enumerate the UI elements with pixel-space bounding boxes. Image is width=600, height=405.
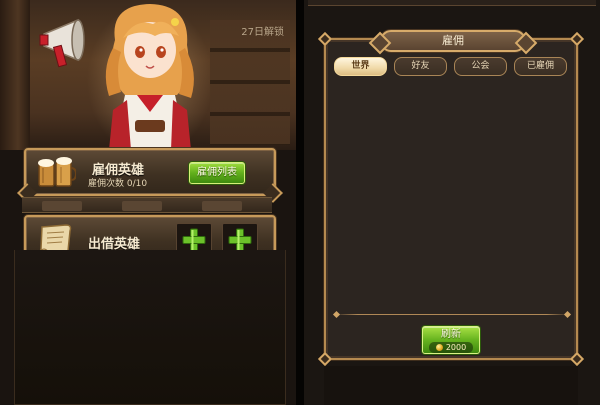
plus-icon [228, 228, 252, 252]
plus-icon [182, 228, 206, 252]
tab-friends[interactable]: 好友 [394, 57, 447, 76]
heroine-illustration [105, 4, 194, 150]
hire-hub-screen: 27日解锁 雇佣英雄 雇佣次数 0/10 雇佣列表 出借英雄 [0, 0, 296, 405]
banner-pillar [0, 0, 30, 150]
refresh-cost-value: 2000 [445, 343, 467, 352]
bottom-area [324, 366, 578, 405]
beer-mugs-icon [38, 157, 76, 187]
panel-divider [334, 314, 570, 315]
hidden-tab-strip [22, 197, 272, 230]
unlock-timer: 27日解锁 [241, 27, 284, 38]
hire-count-text: 雇佣次数 0/10 [88, 179, 148, 189]
empty-lower-area [14, 250, 286, 405]
top-bar [308, 0, 596, 6]
refresh-button[interactable]: 刷新 2000 [422, 326, 480, 354]
refresh-cost: 2000 [429, 342, 473, 353]
panel-title: 雇佣 [380, 30, 526, 52]
hero-banner: 27日解锁 [0, 0, 296, 150]
hire-list-screen: 雇佣 世界 好友 公会 已雇佣 刷新 2000 [304, 0, 600, 405]
tab-hired[interactable]: 已雇佣 [514, 57, 567, 76]
gold-coin-icon [435, 344, 443, 351]
hero-list [332, 82, 570, 310]
hire-list-button[interactable]: 雇佣列表 [189, 162, 245, 184]
hire-tabs: 世界 好友 公会 已雇佣 [334, 57, 568, 77]
hire-panel: 雇佣 世界 好友 公会 已雇佣 刷新 2000 [317, 30, 585, 367]
refresh-label: 刷新 [441, 329, 461, 340]
tab-guild[interactable]: 公会 [454, 57, 507, 76]
screen-divider [296, 0, 304, 405]
tab-world[interactable]: 世界 [334, 57, 387, 76]
hire-hero-card: 雇佣英雄 雇佣次数 0/10 雇佣列表 [24, 148, 276, 196]
